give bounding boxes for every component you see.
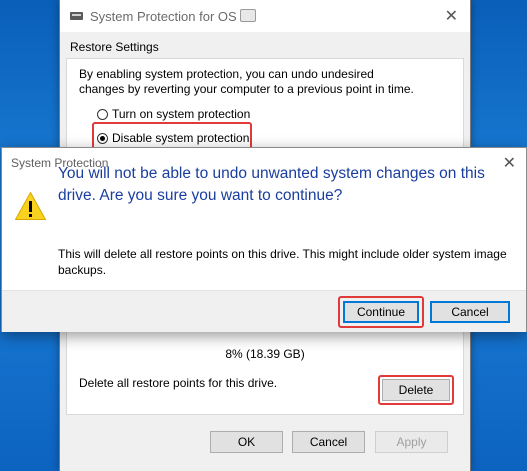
drive-icon (70, 12, 83, 20)
confirm-dialog: System Protection ✕ You will not be able… (1, 147, 527, 332)
radio-turn-on-label: Turn on system protection (112, 107, 251, 121)
radio-button[interactable] (97, 108, 108, 120)
protection-description: By enabling system protection, you can u… (79, 67, 414, 96)
highlight-disable-option (92, 122, 252, 150)
delete-restore-points-text: Delete all restore points for this drive… (79, 376, 278, 390)
warning-icon (15, 192, 46, 220)
disk-usage-text: 8% (18.39 GB) (225, 347, 305, 361)
highlight-delete-button (378, 375, 454, 405)
window-title: System Protection for OS (90, 9, 256, 24)
dialog-content-text: This will delete all restore points on t… (58, 247, 507, 277)
dialog-button-bar: Continue Cancel (2, 290, 526, 332)
drive-label-box (239, 9, 256, 22)
restore-settings-heading: Restore Settings (70, 40, 159, 54)
ok-button[interactable]: OK (210, 431, 283, 453)
highlight-continue-button (338, 296, 424, 328)
dialog-cancel-button[interactable]: Cancel (430, 301, 510, 323)
radio-turn-on[interactable]: Turn on system protection (97, 107, 250, 121)
window-titlebar: System Protection for OS ✕ (60, 0, 470, 32)
close-icon[interactable]: ✕ (445, 6, 458, 26)
dialog-main-instruction: You will not be able to undo unwanted sy… (58, 165, 485, 204)
apply-button: Apply (375, 431, 448, 453)
cancel-button[interactable]: Cancel (292, 431, 365, 453)
